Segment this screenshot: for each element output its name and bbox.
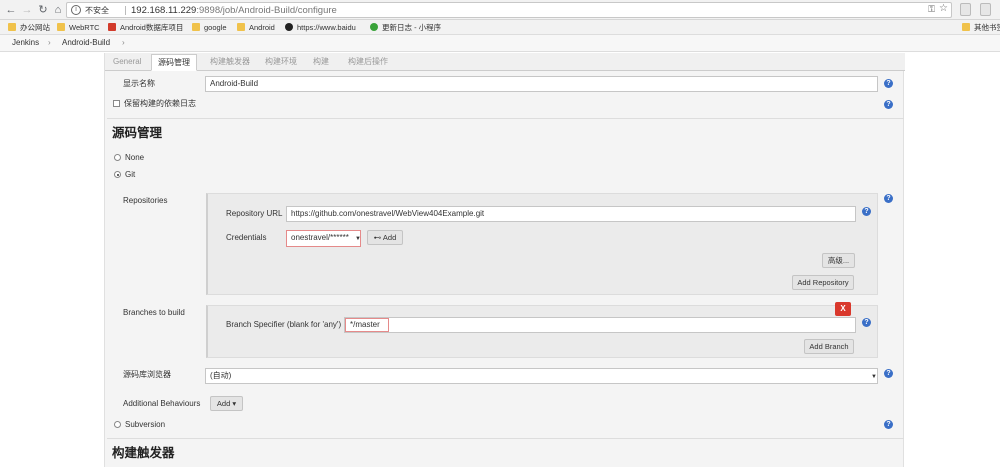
scm-git-label: Git bbox=[125, 170, 136, 179]
address-bar: ← → ↻ ⌂ i 不安全 192.168.11.229:9898/job/An… bbox=[0, 0, 1000, 20]
chevron-down-icon: ▾ bbox=[230, 399, 237, 408]
repo-url-input[interactable]: https://github.com/onestravel/WebView404… bbox=[286, 206, 856, 222]
bookmark-item[interactable]: 其他书签 bbox=[962, 22, 1000, 33]
config-tabs: General 源码管理 构建触发器 构建环境 构建 构建后操作 bbox=[105, 53, 905, 71]
branch-spec-highlight[interactable]: */master bbox=[345, 318, 389, 332]
github-icon bbox=[285, 23, 293, 31]
url-input[interactable]: i 不安全 192.168.11.229:9898/job/Android-Bu… bbox=[66, 2, 952, 18]
branch-spec-input[interactable] bbox=[344, 317, 856, 333]
extension-icon[interactable] bbox=[980, 3, 991, 16]
help-icon[interactable]: ? bbox=[884, 420, 893, 429]
branch-spec-label: Branch Specifier (blank for 'any') bbox=[226, 320, 342, 329]
help-icon[interactable]: ? bbox=[884, 100, 893, 109]
tab-environment[interactable]: 构建环境 bbox=[265, 57, 297, 67]
advanced-button[interactable]: 高级... bbox=[822, 253, 855, 268]
section-divider bbox=[107, 438, 904, 439]
bookmark-item[interactable]: https://www.baidu bbox=[285, 22, 356, 33]
url-divider bbox=[125, 6, 126, 15]
keep-deps-checkbox[interactable] bbox=[113, 100, 120, 107]
add-behaviour-button[interactable]: Add ▾ bbox=[210, 396, 243, 411]
tab-triggers[interactable]: 构建触发器 bbox=[210, 57, 250, 67]
help-icon[interactable]: ? bbox=[884, 194, 893, 203]
info-icon[interactable]: i bbox=[71, 5, 81, 15]
breadcrumb-jenkins[interactable]: Jenkins bbox=[12, 38, 39, 48]
breadcrumb-job[interactable]: Android-Build bbox=[62, 38, 110, 48]
scm-subversion-radio[interactable] bbox=[114, 421, 121, 428]
branches-label: Branches to build bbox=[123, 308, 185, 317]
add-repository-button[interactable]: Add Repository bbox=[792, 275, 854, 290]
folder-icon bbox=[962, 23, 970, 31]
folder-icon bbox=[57, 23, 65, 31]
scm-subversion-label: Subversion bbox=[125, 420, 166, 429]
repositories-label: Repositories bbox=[123, 196, 168, 205]
add-credentials-button[interactable]: ⊷ Add bbox=[367, 230, 403, 245]
folder-icon bbox=[8, 23, 16, 31]
scm-section-title: 源码管理 bbox=[112, 126, 163, 140]
section-divider bbox=[107, 118, 904, 119]
bookmarks-bar: 办公网站 WebRTC Android数据库项目 google Android … bbox=[0, 20, 1000, 35]
bookmark-item[interactable]: 更新日志 - 小程序 bbox=[370, 22, 441, 33]
key-icon: ⊷ bbox=[373, 233, 383, 242]
wechat-icon bbox=[370, 23, 378, 31]
repo-url-label: Repository URL bbox=[226, 209, 283, 218]
url-text: 192.168.11.229:9898/job/Android-Build/co… bbox=[131, 5, 337, 16]
back-icon[interactable]: ← bbox=[4, 3, 18, 17]
breadcrumb-separator: › bbox=[48, 38, 51, 47]
bookmark-item[interactable]: Android数据库项目 bbox=[108, 22, 183, 33]
folder-icon bbox=[237, 23, 245, 31]
repo-browser-label: 源码库浏览器 bbox=[123, 370, 171, 379]
help-icon[interactable]: ? bbox=[862, 318, 871, 327]
insecure-label: 不安全 bbox=[85, 6, 109, 15]
help-icon[interactable]: ? bbox=[884, 79, 893, 88]
chevron-down-icon: ▼ bbox=[871, 374, 877, 380]
add-branch-button[interactable]: Add Branch bbox=[804, 339, 854, 354]
bookmark-item[interactable]: WebRTC bbox=[57, 22, 100, 33]
tab-scm[interactable]: 源码管理 bbox=[151, 54, 197, 71]
help-icon[interactable]: ? bbox=[862, 207, 871, 216]
triggers-section-title: 构建触发器 bbox=[112, 446, 175, 460]
display-name-label: 显示名称 bbox=[123, 79, 155, 88]
display-name-input[interactable]: Android-Build bbox=[205, 76, 878, 92]
chevron-down-icon: ▼ bbox=[355, 236, 361, 242]
folder-icon bbox=[192, 23, 200, 31]
key-icon[interactable]: ⚿ bbox=[928, 4, 935, 15]
breadcrumb-separator: › bbox=[122, 38, 125, 47]
keep-deps-label: 保留构建的依赖日志 bbox=[124, 99, 196, 108]
behaviours-label: Additional Behaviours bbox=[123, 399, 201, 408]
bookmark-star-icon[interactable]: ☆ bbox=[939, 3, 948, 14]
repo-browser-select[interactable]: (自动) bbox=[205, 368, 878, 384]
scm-none-label: None bbox=[125, 153, 145, 162]
bookmark-item[interactable]: Android bbox=[237, 22, 275, 33]
extension-icon[interactable] bbox=[960, 3, 971, 16]
help-icon[interactable]: ? bbox=[884, 369, 893, 378]
scm-none-radio[interactable] bbox=[114, 154, 121, 161]
scm-git-radio[interactable] bbox=[114, 171, 121, 178]
tab-post-build[interactable]: 构建后操作 bbox=[348, 57, 388, 67]
bookmark-item[interactable]: 办公网站 bbox=[8, 22, 50, 33]
forward-icon[interactable]: → bbox=[20, 3, 34, 17]
credentials-select[interactable]: onestravel/****** bbox=[286, 230, 361, 247]
reload-icon[interactable]: ↻ bbox=[36, 3, 50, 17]
red-app-icon bbox=[108, 23, 116, 31]
tab-general[interactable]: General bbox=[113, 57, 141, 67]
tab-build[interactable]: 构建 bbox=[313, 57, 329, 67]
breadcrumb: Jenkins › Android-Build › bbox=[0, 35, 1000, 52]
home-icon[interactable]: ⌂ bbox=[51, 3, 65, 17]
credentials-label: Credentials bbox=[226, 233, 267, 242]
bookmark-item[interactable]: google bbox=[192, 22, 227, 33]
delete-branch-button[interactable]: X bbox=[835, 302, 851, 316]
